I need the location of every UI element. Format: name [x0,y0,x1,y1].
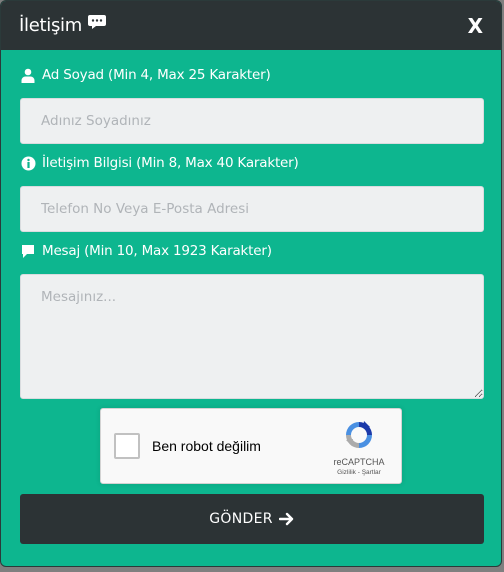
name-input[interactable] [20,98,484,144]
modal-body: Ad Soyad (Min 4, Max 25 Karakter) İletiş… [1,50,501,544]
message-field-label: Mesaj (Min 10, Max 1923 Karakter) [20,240,482,262]
submit-button[interactable]: GÖNDER [20,494,484,544]
info-icon [20,155,36,171]
modal-header: İletişim X [1,1,501,50]
modal-title-text: İletişim [19,15,82,36]
captcha-checkbox[interactable] [114,433,140,459]
captcha-branding: reCAPTCHA Gizlilik - Şartlar [329,419,389,476]
user-icon [20,67,36,83]
modal-title: İletişim [19,14,107,36]
name-field-label: Ad Soyad (Min 4, Max 25 Karakter) [20,64,482,86]
close-button[interactable]: X [468,14,483,38]
recaptcha-widget: Ben robot değilim reCAPTCHA Gizlilik - Ş… [100,408,402,484]
arrow-right-icon [278,512,295,526]
contact-input[interactable] [20,186,484,232]
captcha-label: Ben robot değilim [152,438,261,454]
contact-modal: İletişim X Ad Soyad (Min 4, Max 25 Karak… [0,0,502,567]
contact-field-label-text: İletişim Bilgisi (Min 8, Max 40 Karakter… [42,155,299,171]
recaptcha-logo-icon [343,419,375,455]
chat-bubble-icon [87,14,107,30]
name-field-label-text: Ad Soyad (Min 4, Max 25 Karakter) [42,67,271,83]
captcha-container: Ben robot değilim reCAPTCHA Gizlilik - Ş… [20,408,482,484]
message-field-label-text: Mesaj (Min 10, Max 1923 Karakter) [42,243,272,259]
message-textarea[interactable] [20,274,484,399]
contact-field-label: İletişim Bilgisi (Min 8, Max 40 Karakter… [20,152,482,174]
captcha-brand-name: reCAPTCHA [333,457,385,467]
submit-button-label: GÖNDER [209,511,273,527]
comment-icon [20,243,36,259]
captcha-privacy-terms-link[interactable]: Gizlilik - Şartlar [337,469,381,476]
